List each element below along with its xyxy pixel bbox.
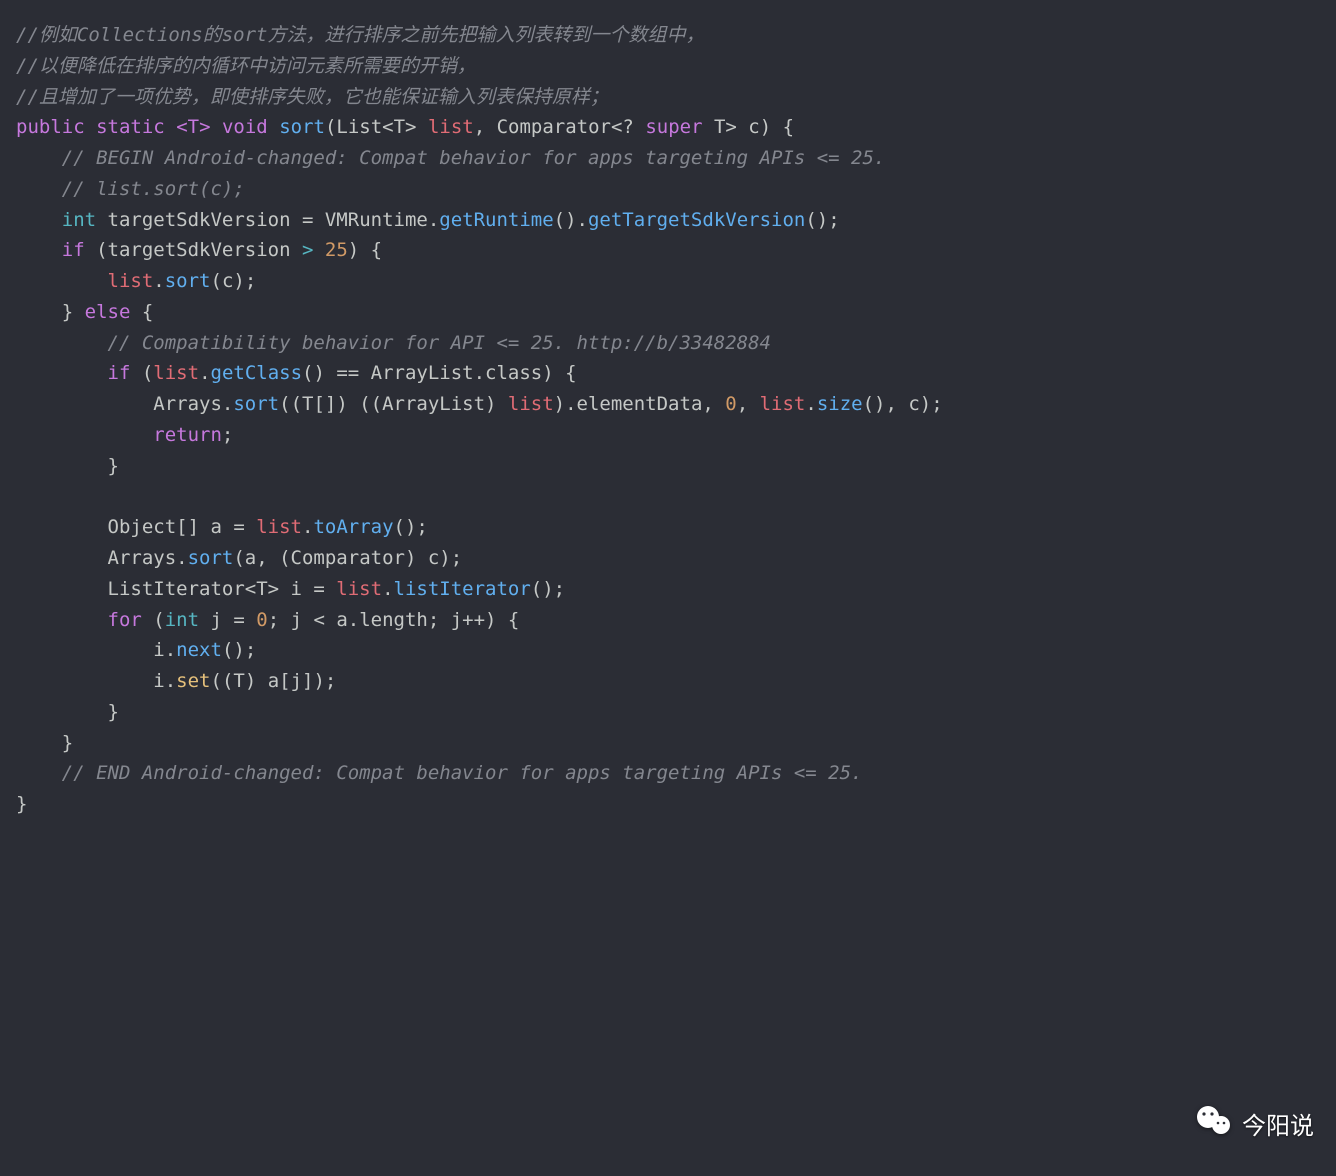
method-call: getTargetSdkVersion xyxy=(588,209,805,231)
code-text: Arrays. xyxy=(108,547,188,569)
param-name-list: list xyxy=(428,116,474,138)
method-call: sort xyxy=(165,270,211,292)
var-list: list xyxy=(256,516,302,538)
comment-line: //以便降低在排序的内循环中访问元素所需要的开销， xyxy=(16,55,476,77)
brace: } xyxy=(62,732,73,754)
method-name: sort xyxy=(279,116,325,138)
kw-public: public xyxy=(16,116,85,138)
code-text: Arrays. xyxy=(153,393,233,415)
num-25: 25 xyxy=(325,239,348,261)
brace: } xyxy=(108,701,119,723)
code-text: (); xyxy=(805,209,839,231)
kw-int: int xyxy=(165,609,199,631)
code-text: (), c); xyxy=(863,393,943,415)
code-text: (a, (Comparator) c); xyxy=(233,547,462,569)
code-text: ( xyxy=(130,362,153,384)
method-call: sort xyxy=(233,393,279,415)
semicolon: ; xyxy=(222,424,233,446)
comment-line: // Compatibility behavior for API <= 25.… xyxy=(108,332,771,354)
var-list: list xyxy=(108,270,154,292)
comment-line: // END Android-changed: Compat behavior … xyxy=(62,762,863,784)
code-text: i. xyxy=(153,670,176,692)
wechat-icon xyxy=(1194,1101,1234,1154)
comma: , xyxy=(737,393,760,415)
kw-return: return xyxy=(153,424,222,446)
dot: . xyxy=(382,578,393,600)
code-text: Object[] a = xyxy=(108,516,257,538)
comment-line: // BEGIN Android-changed: Compat behavio… xyxy=(62,147,886,169)
method-call: getRuntime xyxy=(439,209,553,231)
kw-if: if xyxy=(108,362,131,384)
kw-int: int xyxy=(62,209,96,231)
var-list: list xyxy=(508,393,554,415)
kw-if: if xyxy=(62,239,85,261)
code-text: ) { xyxy=(348,239,382,261)
code-text: ((T) a[j]); xyxy=(211,670,337,692)
param-type: Comparator<? xyxy=(497,116,646,138)
comma: , xyxy=(474,116,497,138)
kw-super: super xyxy=(645,116,702,138)
dot: . xyxy=(199,362,210,384)
code-text: j = xyxy=(199,609,256,631)
code-text: ).elementData, xyxy=(554,393,726,415)
code-text: (); xyxy=(531,578,565,600)
var-list: list xyxy=(336,578,382,600)
watermark-text: 今阳说 xyxy=(1242,1108,1314,1147)
code-text: ListIterator<T> i = xyxy=(108,578,337,600)
code-text: targetSdkVersion = VMRuntime. xyxy=(96,209,439,231)
code-text: () == ArrayList.class) { xyxy=(302,362,577,384)
num-0: 0 xyxy=(256,609,267,631)
code-text: (); xyxy=(222,639,256,661)
dot: . xyxy=(153,270,164,292)
method-call: set xyxy=(176,670,210,692)
code-text: ( xyxy=(142,609,165,631)
comment-line: //例如Collections的sort方法，进行排序之前先把输入列表转到一个数… xyxy=(16,24,704,46)
dot: . xyxy=(805,393,816,415)
comment-line: // list.sort(c); xyxy=(62,178,245,200)
dot: . xyxy=(302,516,313,538)
method-call: next xyxy=(176,639,222,661)
method-call: sort xyxy=(188,547,234,569)
code-text: ; j < a.length; j++) { xyxy=(268,609,520,631)
param-name-c: c xyxy=(737,116,760,138)
space xyxy=(313,239,324,261)
code-text: i. xyxy=(153,639,176,661)
method-call: listIterator xyxy=(394,578,531,600)
brace: } xyxy=(62,301,85,323)
code-text: (targetSdkVersion xyxy=(85,239,302,261)
method-call: size xyxy=(817,393,863,415)
brace: } xyxy=(108,455,119,477)
kw-static: static xyxy=(96,116,165,138)
generic-T: <T> xyxy=(176,116,210,138)
comment-line: //且增加了一项优势，即使排序失败，它也能保证输入列表保持原样； xyxy=(16,86,609,108)
num-0: 0 xyxy=(725,393,736,415)
var-list: list xyxy=(153,362,199,384)
code-text: (); xyxy=(394,516,428,538)
brace: } xyxy=(16,793,27,815)
code-text: (c); xyxy=(211,270,257,292)
op-gt: > xyxy=(302,239,313,261)
code-block: //例如Collections的sort方法，进行排序之前先把输入列表转到一个数… xyxy=(0,0,1336,850)
watermark: 今阳说 xyxy=(1194,1101,1314,1154)
code-text: ((T[]) ((ArrayList) xyxy=(279,393,508,415)
param-type: List<T> xyxy=(336,116,416,138)
paren-close: ) { xyxy=(760,116,794,138)
method-call: toArray xyxy=(313,516,393,538)
kw-else: else xyxy=(85,301,131,323)
kw-for: for xyxy=(108,609,142,631)
param-type: T> xyxy=(703,116,737,138)
brace: { xyxy=(130,301,153,323)
method-call: getClass xyxy=(211,362,303,384)
kw-void: void xyxy=(222,116,268,138)
code-text: (). xyxy=(554,209,588,231)
var-list: list xyxy=(760,393,806,415)
paren: ( xyxy=(325,116,336,138)
